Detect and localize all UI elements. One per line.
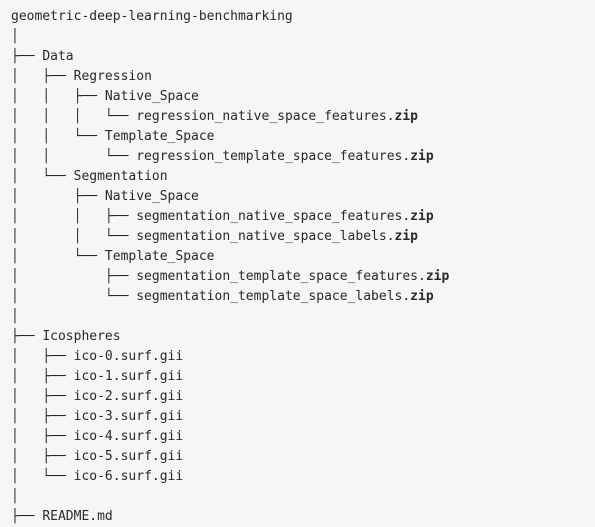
tree-branch-glyph: │ │ └── — [11, 129, 105, 144]
tree-branch-glyph: ├── — [11, 329, 43, 344]
tree-branch-glyph: │ ├── — [11, 409, 74, 424]
tree-entry-name: ico-6.surf.gii — [73, 469, 184, 484]
tree-entry-name: Native_Space — [104, 189, 199, 204]
tree-branch-glyph: │ ├── — [11, 269, 137, 284]
tree-branch-glyph: │ — [11, 489, 19, 504]
tree-entry-name: segmentation_native_space_labels. — [136, 229, 395, 244]
tree-branch-glyph: │ ├── — [11, 189, 105, 204]
tree-row: │ ├── Regression — [11, 67, 595, 87]
tree-entry-name: ico-2.surf.gii — [73, 389, 184, 404]
tree-row: │ └── Template_Space — [11, 247, 595, 267]
tree-branch-glyph: │ │ │ └── — [11, 109, 137, 124]
tree-row: │ │ └── regression_template_space_featur… — [11, 147, 595, 167]
tree-spacer-row: │ — [11, 487, 595, 507]
tree-entry-name: segmentation_template_space_features. — [136, 269, 426, 284]
tree-row: │ │ ├── segmentation_native_space_featur… — [11, 207, 595, 227]
tree-row: │ ├── ico-1.surf.gii — [11, 367, 595, 387]
tree-entry-extension: zip — [394, 229, 418, 244]
tree-branch-glyph: │ — [11, 309, 19, 324]
tree-entry-name: Data — [42, 49, 74, 64]
tree-entry-name: ico-1.surf.gii — [73, 369, 184, 384]
tree-row: │ │ ├── Native_Space — [11, 87, 595, 107]
tree-row: │ ├── ico-0.surf.gii — [11, 347, 595, 367]
tree-entry-name: segmentation_template_space_labels. — [136, 289, 411, 304]
tree-entry-extension: zip — [394, 109, 418, 124]
tree-row: │ └── Segmentation — [11, 167, 595, 187]
tree-entry-name: regression_template_space_features. — [136, 149, 411, 164]
tree-row: ├── Data — [11, 47, 595, 67]
tree-row: │ │ └── Template_Space — [11, 127, 595, 147]
tree-entry-extension: zip — [410, 209, 434, 224]
tree-row: │ ├── ico-3.surf.gii — [11, 407, 595, 427]
tree-branch-glyph: │ ├── — [11, 429, 74, 444]
tree-branch-glyph: │ └── — [11, 289, 137, 304]
tree-entry-name: Native_Space — [104, 89, 199, 104]
tree-row: │ │ └── segmentation_native_space_labels… — [11, 227, 595, 247]
tree-branch-glyph: │ └── — [11, 249, 105, 264]
tree-entry-name: geometric-deep-learning-benchmarking — [11, 9, 293, 24]
tree-branch-glyph: │ │ ├── — [11, 89, 105, 104]
tree-row: │ ├── ico-5.surf.gii — [11, 447, 595, 467]
tree-entry-name: Template_Space — [104, 129, 215, 144]
tree-branch-glyph: ├── — [11, 49, 43, 64]
tree-row: │ └── segmentation_template_space_labels… — [11, 287, 595, 307]
tree-entry-name: ico-5.surf.gii — [73, 449, 184, 464]
tree-entry-extension: zip — [425, 269, 450, 284]
tree-row: │ │ │ └── regression_native_space_featur… — [11, 107, 595, 127]
tree-entry-name: ico-3.surf.gii — [73, 409, 184, 424]
tree-entry-name: README.md — [42, 509, 113, 524]
tree-row: ├── Icospheres — [11, 327, 595, 347]
tree-branch-glyph: │ ├── — [11, 449, 74, 464]
tree-row: │ ├── segmentation_template_space_featur… — [11, 267, 595, 287]
tree-entry-name: ico-0.surf.gii — [73, 349, 184, 364]
tree-branch-glyph: │ ├── — [11, 369, 74, 384]
tree-branch-glyph: │ │ └── — [11, 229, 137, 244]
tree-entry-name: ico-4.surf.gii — [73, 429, 184, 444]
tree-entry-name: regression_native_space_features. — [136, 109, 395, 124]
tree-entry-extension: zip — [410, 149, 434, 164]
tree-entry-extension: zip — [410, 289, 434, 304]
tree-entry-name: Segmentation — [73, 169, 168, 184]
tree-entry-name: Regression — [73, 69, 152, 84]
tree-branch-glyph: ├── — [11, 509, 43, 524]
tree-row: │ ├── ico-4.surf.gii — [11, 427, 595, 447]
tree-branch-glyph: │ └── — [11, 169, 74, 184]
tree-branch-glyph: │ ├── — [11, 69, 74, 84]
tree-row: │ ├── Native_Space — [11, 187, 595, 207]
tree-row: geometric-deep-learning-benchmarking — [11, 7, 595, 27]
tree-branch-glyph: │ └── — [11, 469, 74, 484]
tree-branch-glyph: │ │ └── — [11, 149, 137, 164]
directory-tree: geometric-deep-learning-benchmarking │ ├──… — [0, 0, 595, 524]
tree-branch-glyph: │ │ ├── — [11, 209, 137, 224]
tree-row: │ └── ico-6.surf.gii — [11, 467, 595, 487]
tree-row: ├── README.md — [11, 507, 595, 527]
tree-branch-glyph: │ ├── — [11, 349, 74, 364]
tree-branch-glyph: │ — [11, 29, 19, 44]
tree-entry-name: segmentation_native_space_features. — [136, 209, 411, 224]
tree-spacer-row: │ — [11, 27, 595, 47]
tree-spacer-row: │ — [11, 307, 595, 327]
tree-branch-glyph: │ ├── — [11, 389, 74, 404]
tree-row: │ ├── ico-2.surf.gii — [11, 387, 595, 407]
tree-entry-name: Icospheres — [42, 329, 121, 344]
tree-entry-name: Template_Space — [104, 249, 215, 264]
